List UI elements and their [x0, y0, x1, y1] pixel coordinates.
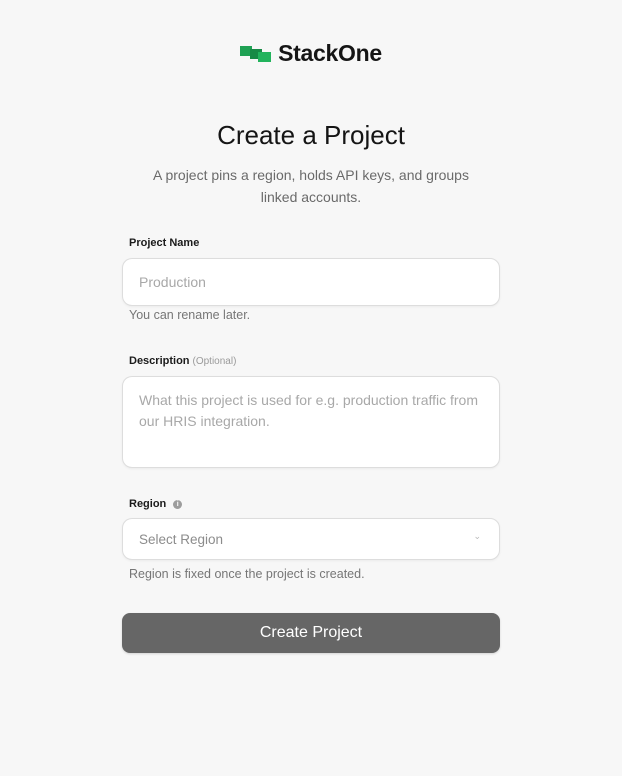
- description-label: Description (Optional): [129, 355, 237, 367]
- stackone-logo-icon: [240, 45, 272, 62]
- project-name-hint: You can rename later.: [129, 308, 251, 322]
- description-field[interactable]: [122, 376, 500, 468]
- region-hint: Region is fixed once the project is crea…: [129, 567, 365, 581]
- chevron-down-icon: ⌄: [473, 531, 481, 541]
- page-subtitle: A project pins a region, holds API keys,…: [153, 167, 469, 205]
- optional-tag: (Optional): [192, 356, 237, 367]
- page-title: Create a Project: [217, 120, 405, 150]
- region-label: Region i: [129, 498, 183, 510]
- project-name-input[interactable]: [123, 259, 499, 305]
- project-name-field[interactable]: [122, 258, 500, 306]
- create-project-page: StackOne Create a Project A project pins…: [0, 0, 622, 776]
- create-project-button[interactable]: Create Project: [122, 613, 500, 653]
- brand-name: StackOne: [278, 40, 382, 66]
- region-select[interactable]: Select Region ⌄: [122, 518, 500, 560]
- project-name-label: Project Name: [129, 237, 200, 249]
- info-icon[interactable]: i: [173, 500, 183, 509]
- description-textarea[interactable]: [123, 377, 499, 467]
- region-select-value: Select Region: [139, 532, 224, 547]
- brand-logo: StackOne: [0, 40, 622, 67]
